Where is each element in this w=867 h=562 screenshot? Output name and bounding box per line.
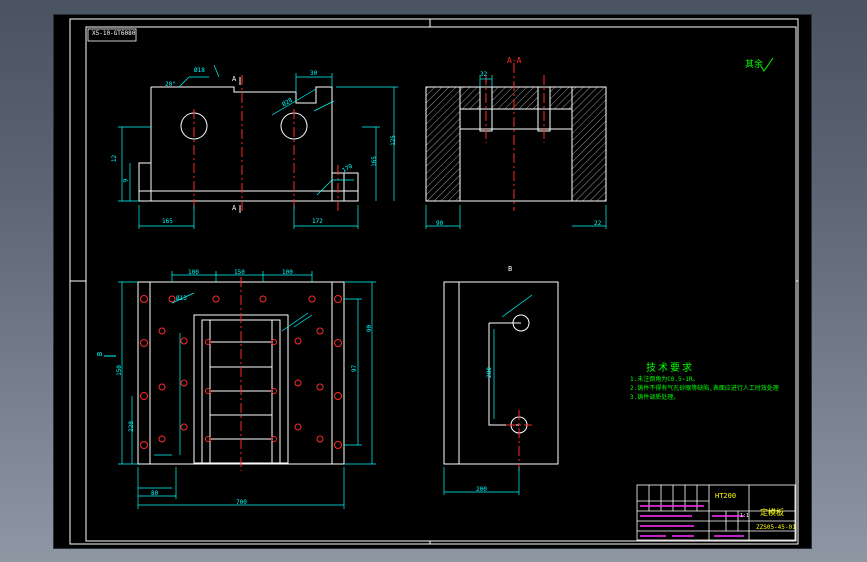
- drawing-canvas: [69, 18, 799, 545]
- section-label: A-A: [507, 56, 522, 65]
- front-view-dims: [118, 64, 398, 229]
- dim-text: 12: [111, 154, 119, 163]
- cut-a-bottom: A: [232, 204, 237, 212]
- dim-text: 80: [151, 490, 159, 497]
- dim-text: 20°: [165, 81, 176, 88]
- dim-text: 100: [188, 269, 199, 276]
- tech-req-item: 3.铸件调质处理。: [630, 394, 680, 401]
- front-view: [138, 86, 359, 202]
- view-b-label: B: [508, 265, 513, 273]
- dim-text: 150: [234, 269, 245, 276]
- dim-text: 165: [370, 156, 378, 167]
- dim-text: Ø18: [194, 67, 205, 74]
- b-view: [443, 281, 559, 465]
- title-part-name: 定模板: [760, 508, 784, 517]
- plan-view-dims: [118, 271, 376, 509]
- dim-text: 220: [127, 421, 135, 432]
- tech-req-title: 技术要求: [646, 363, 694, 374]
- tech-req-item: 2.铸件不得有气孔砂眼等缺陷,表面应进行人工时效处理: [630, 385, 779, 392]
- dim-text: 172: [312, 218, 323, 225]
- cut-a-top: A: [232, 75, 237, 83]
- dim-text: 700: [236, 499, 247, 506]
- dim-text: 200: [476, 486, 487, 493]
- dim-text: 90: [366, 324, 374, 333]
- title-material: HT200: [715, 492, 737, 500]
- dim-text: 165: [162, 218, 173, 225]
- dim-text: 9: [122, 178, 130, 183]
- tech-req-item: 1.未注倒角为C0.5~1R。: [630, 376, 699, 383]
- dim-text: 280: [485, 367, 493, 378]
- roughness-note: 其余: [745, 60, 764, 70]
- dim-text: 150: [115, 365, 123, 376]
- header-box-text: X5-10-GT6080: [92, 30, 136, 37]
- title-scale: 1:1: [740, 513, 750, 519]
- dim-text: 22: [594, 220, 602, 227]
- b-view-centerline: [506, 410, 532, 471]
- dim-text: 100: [282, 269, 293, 276]
- section-centerline: [485, 63, 545, 211]
- title-drawing-no: ZZS05-45-01: [756, 524, 796, 531]
- section-view: [425, 86, 607, 202]
- dim-text: 30: [310, 70, 318, 77]
- dim-text: Ø13: [176, 295, 187, 302]
- dim-text: 90: [436, 220, 444, 227]
- side-b-label: B: [96, 351, 105, 357]
- dim-text: 32: [480, 71, 488, 78]
- dim-text: 125: [389, 135, 397, 146]
- dim-text: 97: [351, 364, 359, 373]
- cad-viewport[interactable]: X5-10-GT6080 其余 A-A A A B B 20° Ø18 30 1…: [53, 14, 812, 549]
